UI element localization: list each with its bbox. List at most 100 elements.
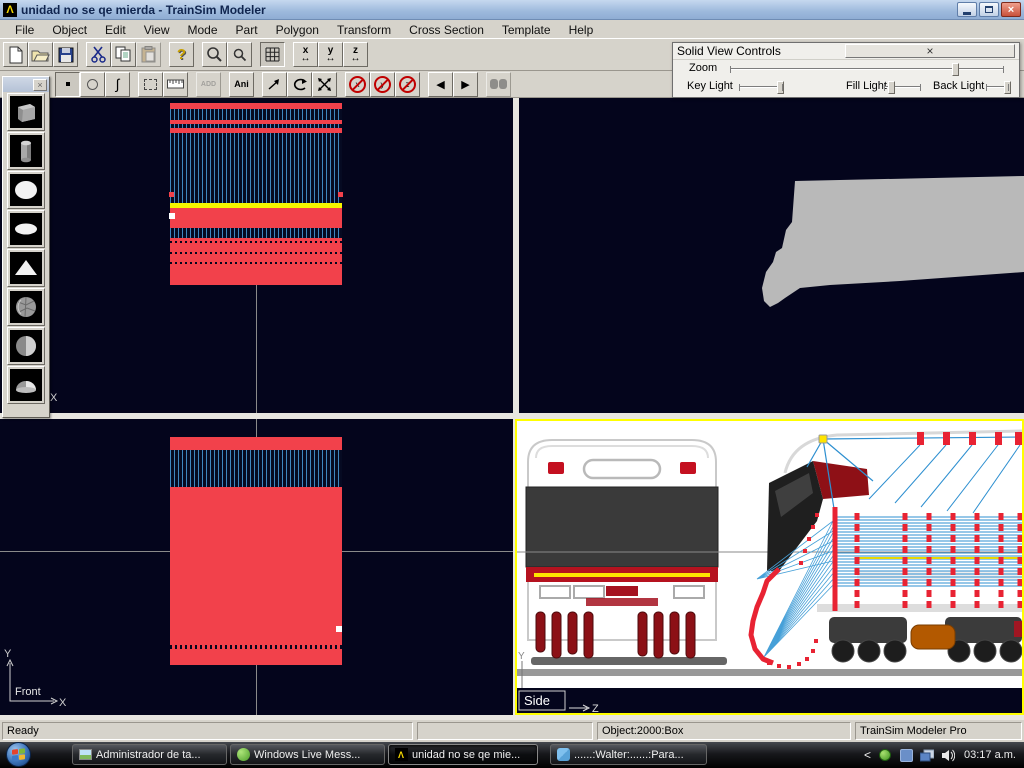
save-button[interactable] <box>53 42 78 67</box>
selection-box-icon <box>144 79 157 90</box>
taskbar-item-task-manager[interactable]: Administrador de ta... <box>72 744 227 765</box>
zoom-slider-thumb[interactable] <box>952 63 959 76</box>
find-button[interactable] <box>486 72 511 97</box>
lock-x-button[interactable]: x <box>345 72 370 97</box>
back-light-thumb[interactable] <box>1004 81 1011 94</box>
palette-close-button[interactable]: × <box>33 79 47 91</box>
circle-tool-button[interactable] <box>80 72 105 97</box>
volume-icon[interactable] <box>941 748 955 762</box>
paste-button[interactable] <box>136 42 161 67</box>
new-button[interactable] <box>3 42 28 67</box>
rotate-tool-button[interactable] <box>287 72 312 97</box>
prev-button[interactable]: ◀ <box>428 72 453 97</box>
status-ready: Ready <box>2 722 413 740</box>
move-x-button[interactable]: x↔ <box>293 42 318 67</box>
taskbar-item-trainsim[interactable]: Λ unidad no se qe mie... <box>388 744 538 765</box>
zoom-out-button[interactable] <box>227 42 252 67</box>
next-icon: ▶ <box>461 78 469 91</box>
object-front-view[interactable] <box>170 437 342 665</box>
zoom-slider[interactable] <box>730 68 1004 70</box>
cone-icon <box>10 252 42 284</box>
tray-app-icon[interactable] <box>899 748 913 762</box>
viewport-front[interactable]: Y Front X <box>0 419 513 715</box>
menu-template[interactable]: Template <box>493 22 560 38</box>
fill-light-thumb[interactable] <box>888 81 895 94</box>
move-tool-button[interactable] <box>262 72 287 97</box>
scale-tool-button[interactable] <box>312 72 337 97</box>
open-folder-icon <box>31 47 50 62</box>
copy-button[interactable] <box>111 42 136 67</box>
taskbar-clock[interactable]: 03:17 a.m. <box>964 749 1016 761</box>
geosphere-icon <box>10 291 42 323</box>
vertex-handle[interactable] <box>169 213 175 219</box>
window-title: unidad no se qe mierda - TrainSim Modele… <box>21 3 957 17</box>
key-light-slider[interactable] <box>739 86 783 88</box>
lock-y-button[interactable]: y <box>370 72 395 97</box>
tool-geosphere[interactable] <box>7 288 45 326</box>
help-button[interactable]: ? <box>169 42 194 67</box>
network-icon[interactable] <box>920 748 934 762</box>
taskbar-item-messenger[interactable]: Windows Live Mess... <box>230 744 385 765</box>
tool-cylinder[interactable] <box>7 132 45 170</box>
move-z-button[interactable]: z↔ <box>343 42 368 67</box>
menu-part[interactable]: Part <box>227 22 267 38</box>
menu-edit[interactable]: Edit <box>96 22 135 38</box>
tool-cone[interactable] <box>7 249 45 287</box>
title-bar[interactable]: Λ unidad no se qe mierda - TrainSim Mode… <box>0 0 1024 20</box>
menu-object[interactable]: Object <box>43 22 96 38</box>
select-box-button[interactable] <box>138 72 163 97</box>
tool-dome[interactable] <box>7 366 45 404</box>
grid-snap-button[interactable] <box>260 42 285 67</box>
menu-help[interactable]: Help <box>560 22 603 38</box>
taskbar-item-chat[interactable]: ......:Walter:......:Para... <box>550 744 707 765</box>
tool-ellipsoid[interactable] <box>7 210 45 248</box>
fill-light-slider[interactable] <box>884 86 921 88</box>
no-y-icon: y <box>374 76 391 93</box>
side-view-canvas: Y Side Z <box>517 421 1022 713</box>
menu-view[interactable]: View <box>135 22 179 38</box>
svc-title-bar[interactable]: Solid View Controls × <box>673 43 1019 60</box>
zoom-in-button[interactable] <box>202 42 227 67</box>
lock-z-button[interactable]: z <box>395 72 420 97</box>
measure-button[interactable] <box>163 72 188 97</box>
viewport-solid[interactable] <box>519 98 1024 413</box>
next-button[interactable]: ▶ <box>453 72 478 97</box>
minimize-button[interactable] <box>957 2 977 17</box>
vertex-handle[interactable] <box>336 626 342 632</box>
add-point-button[interactable]: ADD <box>196 72 221 97</box>
viewport-top[interactable]: X <box>0 98 513 413</box>
open-button[interactable] <box>28 42 53 67</box>
status-app-name: TrainSim Modeler Pro <box>855 722 1022 740</box>
move-y-button[interactable]: y↔ <box>318 42 343 67</box>
tool-shaded-sphere[interactable] <box>7 327 45 365</box>
cut-button[interactable] <box>86 42 111 67</box>
key-light-thumb[interactable] <box>777 81 784 94</box>
tool-box[interactable] <box>7 93 45 131</box>
menu-polygon[interactable]: Polygon <box>267 22 328 38</box>
close-button[interactable]: × <box>1001 2 1021 17</box>
tray-messenger-icon[interactable] <box>878 748 892 762</box>
no-z-icon: z <box>399 76 416 93</box>
viewport-splitter-vertical[interactable] <box>513 98 519 413</box>
menu-cross-section[interactable]: Cross Section <box>400 22 493 38</box>
viewport-side[interactable]: Y Side Z <box>515 419 1024 715</box>
top-x-axis-label: X <box>50 392 57 404</box>
menu-file[interactable]: File <box>6 22 43 38</box>
svc-close-button[interactable]: × <box>845 44 1015 58</box>
start-button[interactable] <box>6 742 31 767</box>
menu-transform[interactable]: Transform <box>328 22 400 38</box>
spline-tool-button[interactable]: ∫ <box>105 72 130 97</box>
palette-title-bar[interactable]: × <box>3 77 49 92</box>
restore-button[interactable] <box>979 2 999 17</box>
object-top-view[interactable] <box>170 103 342 285</box>
point-tool-button[interactable] <box>55 72 80 97</box>
tray-expand-chevron[interactable]: < <box>864 748 871 762</box>
restore-icon <box>985 6 993 13</box>
selected-vertex[interactable] <box>819 435 827 443</box>
menu-mode[interactable]: Mode <box>179 22 227 38</box>
tool-sphere[interactable] <box>7 171 45 209</box>
back-light-slider[interactable] <box>986 86 1009 88</box>
app-icon: Λ <box>3 3 17 17</box>
animation-button[interactable]: Ani <box>229 72 254 97</box>
copy-icon <box>115 46 132 63</box>
